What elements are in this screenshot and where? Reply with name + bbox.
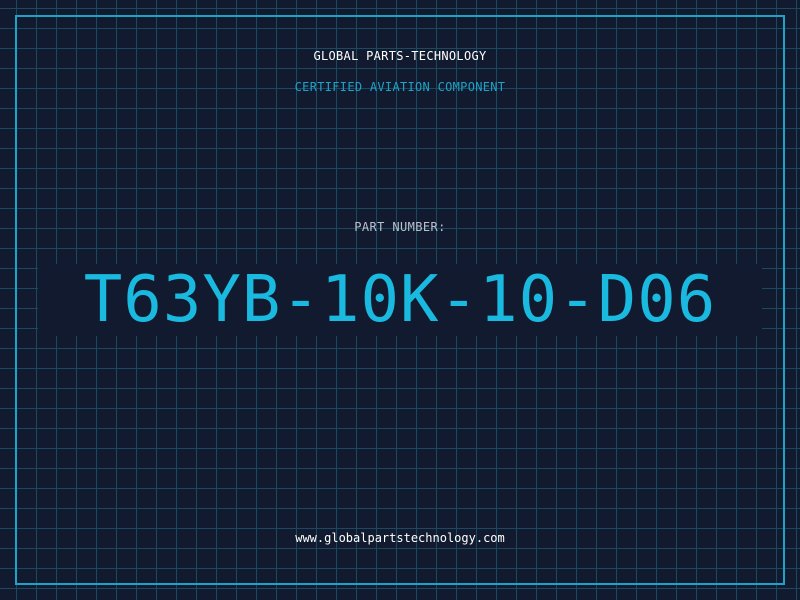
website-url[interactable]: www.globalpartstechnology.com: [0, 531, 800, 545]
certificate-card: GLOBAL PARTS-TECHNOLOGY CERTIFIED AVIATI…: [0, 0, 800, 600]
company-name: GLOBAL PARTS-TECHNOLOGY: [313, 49, 487, 63]
part-number-label: PART NUMBER:: [354, 220, 446, 234]
part-number-value: T63YB-10K-10-D06: [83, 263, 717, 337]
certification-subtitle: CERTIFIED AVIATION COMPONENT: [294, 80, 506, 94]
